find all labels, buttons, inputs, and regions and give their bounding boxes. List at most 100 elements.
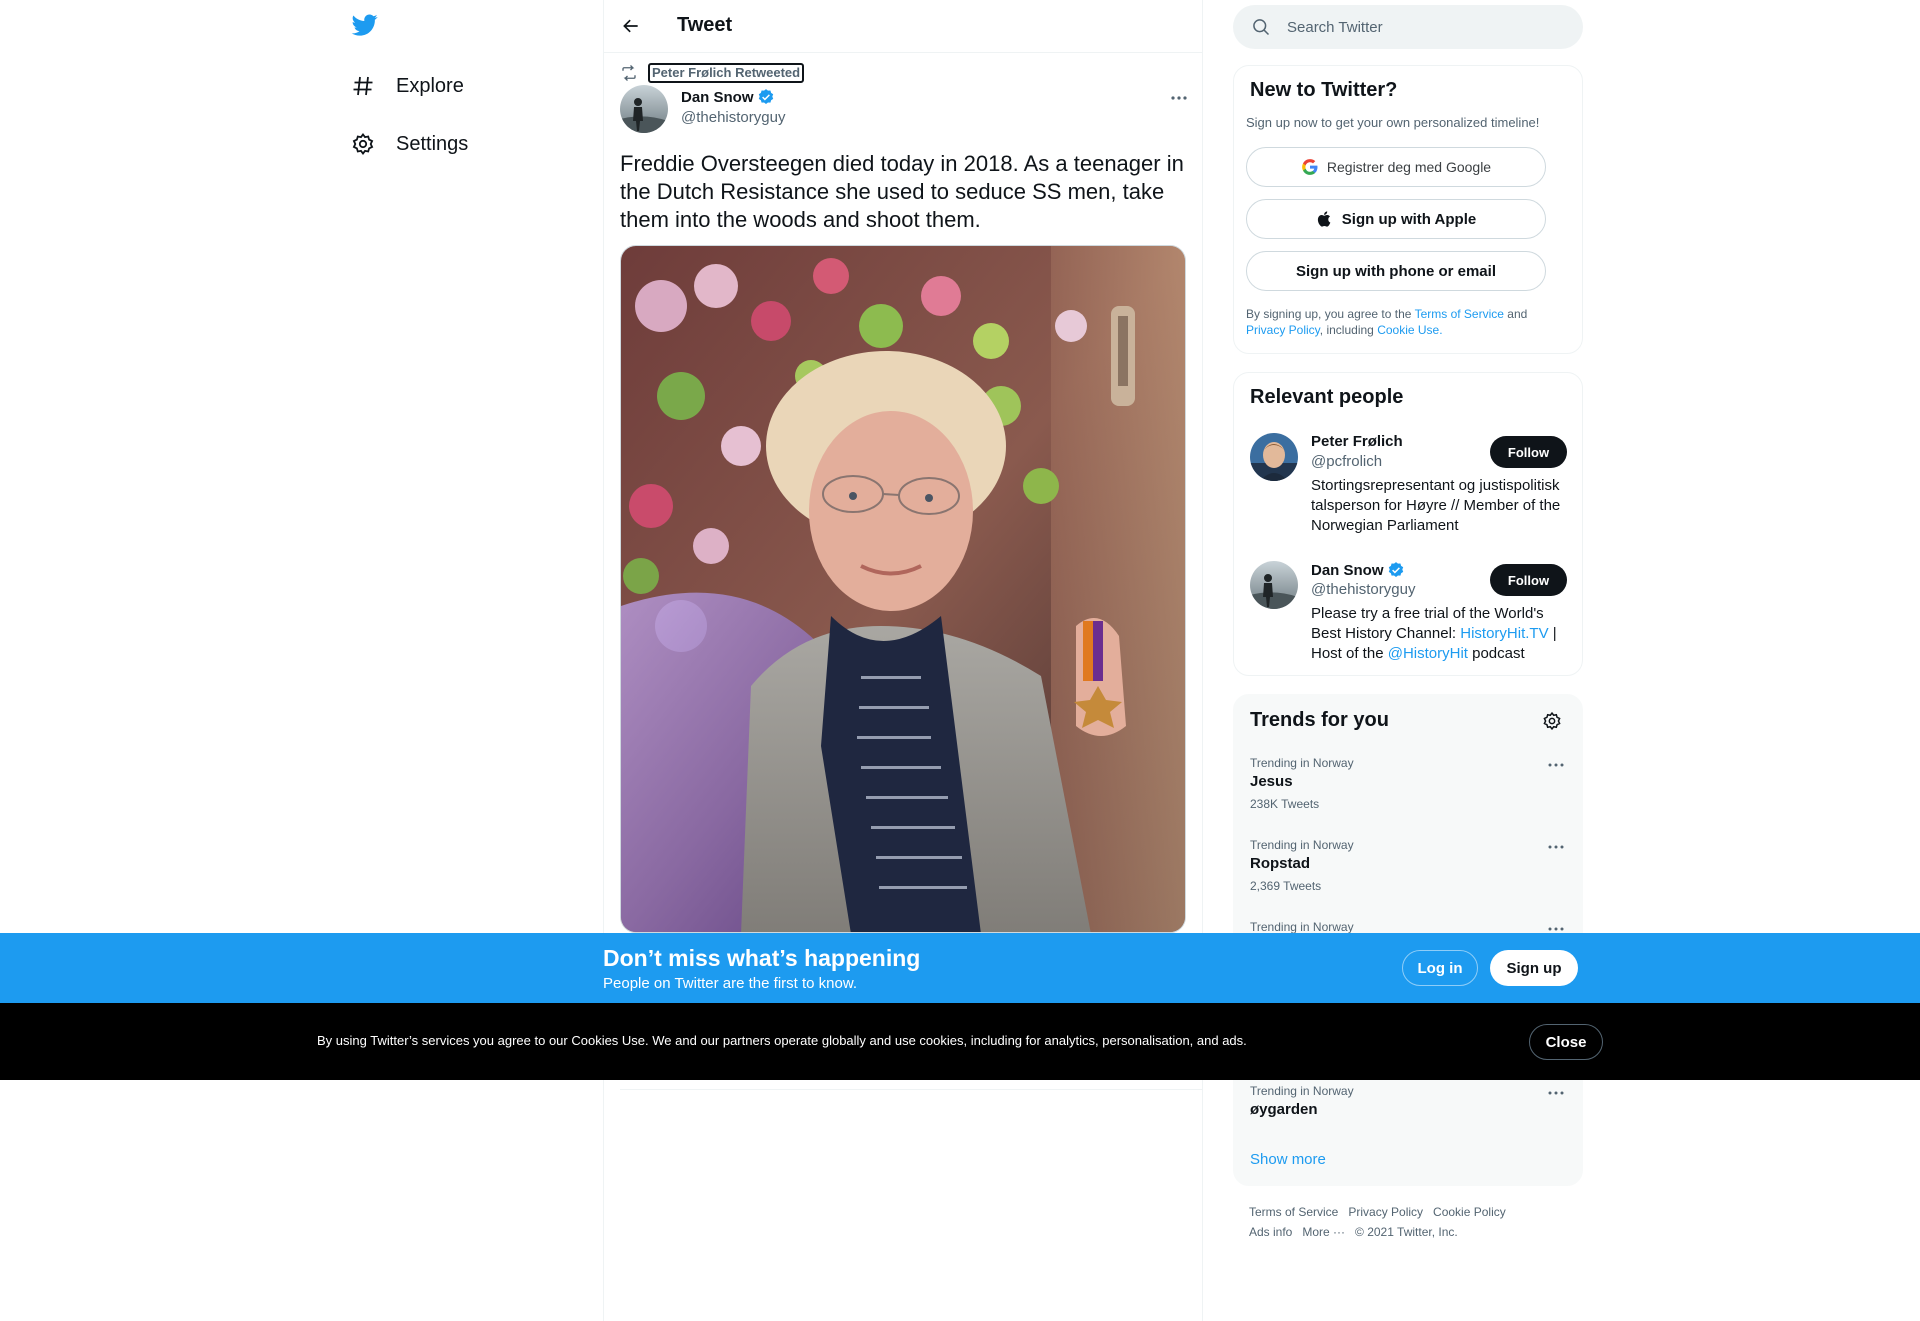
trend-count: 2,369 Tweets	[1250, 879, 1322, 893]
verified-badge-icon	[1388, 562, 1403, 577]
google-g-icon	[1302, 159, 1318, 175]
signup-button[interactable]: Sign up	[1490, 950, 1578, 986]
search-icon	[1253, 19, 1270, 36]
person-handle[interactable]: @pcfrolich	[1311, 453, 1382, 470]
follow-button[interactable]: Follow	[1490, 436, 1567, 468]
tweet-text: Freddie Oversteegen died today in 2018. …	[620, 151, 1184, 232]
gear-icon	[350, 131, 376, 157]
person-name[interactable]: Dan Snow	[1311, 561, 1405, 579]
signup-subtitle: Sign up now to get your own personalized…	[1246, 115, 1540, 130]
trends-settings-button[interactable]	[1540, 709, 1564, 733]
person-bio: Please try a free trial of the World's B…	[1311, 604, 1571, 664]
footer-links: Terms of Service Privacy Policy Cookie Pol…	[1249, 1202, 1579, 1242]
close-cookie-button[interactable]: Close	[1529, 1024, 1603, 1060]
cookie-use-link[interactable]: Cookie Use.	[1377, 323, 1442, 337]
trend-name: øygarden	[1250, 1101, 1318, 1118]
trend-context: Trending in Norway	[1250, 1084, 1354, 1098]
search-input[interactable]	[1287, 18, 1547, 36]
trend-name: Jesus	[1250, 773, 1293, 790]
cookie-notice-text: By using Twitter’s services you agree to…	[317, 1033, 1247, 1048]
tweet-photo[interactable]	[620, 245, 1186, 933]
footer-more-link[interactable]: More ···	[1302, 1222, 1345, 1242]
signup-promo-banner: Don’t miss what’s happening People on Tw…	[0, 933, 1920, 1003]
trend-more-button[interactable]	[1544, 756, 1568, 774]
terms-notice: By signing up, you agree to the Terms of…	[1246, 306, 1566, 338]
relevant-people-title: Relevant people	[1250, 386, 1404, 408]
trend-item[interactable]: Trending in Norway øygarden	[1250, 1084, 1570, 1150]
ellipsis-icon	[1548, 927, 1564, 931]
person-name[interactable]: Peter Frølich	[1311, 433, 1403, 450]
apple-logo-icon	[1317, 211, 1331, 227]
hashtag-icon	[350, 73, 376, 99]
retweeted-by-link[interactable]: Peter Frølich Retweeted	[648, 63, 805, 83]
footer-copyright: © 2021 Twitter, Inc.	[1355, 1225, 1458, 1239]
login-button[interactable]: Log in	[1402, 950, 1478, 986]
avatar[interactable]	[1250, 433, 1298, 481]
nav-item-explore[interactable]: Explore	[350, 64, 464, 108]
retweet-context: Peter Frølich Retweeted	[620, 63, 805, 83]
trend-item[interactable]: Trending in Norway Jesus 238K Tweets	[1250, 756, 1570, 822]
author-name[interactable]: Dan Snow	[681, 88, 775, 106]
verified-badge-icon	[758, 89, 773, 104]
historyhit-tv-link[interactable]: HistoryHit.TV	[1460, 625, 1548, 642]
more-options-button[interactable]	[1164, 86, 1194, 110]
trend-count: 238K Tweets	[1250, 797, 1320, 811]
person-name-text: Dan Snow	[1311, 561, 1384, 579]
tweet-header: Tweet	[604, 0, 1203, 53]
terms-including: , including	[1319, 323, 1374, 337]
terms-of-service-link[interactable]: Terms of Service	[1415, 307, 1504, 321]
follow-button[interactable]: Follow	[1490, 564, 1567, 596]
trend-more-button[interactable]	[1544, 1084, 1568, 1102]
promo-subtitle: People on Twitter are the first to know.	[603, 975, 858, 992]
tweet-column: Tweet Peter Frølich Retweeted Dan Snow @…	[603, 0, 1203, 1321]
trend-context: Trending in Norway	[1250, 756, 1354, 770]
phone-email-signup-button[interactable]: Sign up with phone or email	[1246, 251, 1546, 291]
signup-card-title: New to Twitter?	[1250, 79, 1398, 101]
gear-icon	[1543, 711, 1561, 731]
promo-title: Don’t miss what’s happening	[603, 945, 921, 971]
trend-more-button[interactable]	[1544, 838, 1568, 856]
trend-context: Trending in Norway	[1250, 838, 1354, 852]
trend-context: Trending in Norway	[1250, 920, 1354, 934]
arrow-left-icon	[623, 19, 638, 33]
google-signup-label: Registrer deg med Google	[1326, 159, 1492, 175]
footer-privacy-link[interactable]: Privacy Policy	[1348, 1202, 1423, 1222]
relevant-people-card: Relevant people Peter Frølich @pcfrolich…	[1233, 372, 1583, 676]
ellipsis-icon	[1548, 845, 1564, 849]
show-more-link[interactable]: Show more	[1250, 1151, 1326, 1168]
privacy-policy-link[interactable]: Privacy Policy	[1246, 323, 1320, 337]
search-box[interactable]	[1233, 5, 1583, 49]
nav-item-settings[interactable]: Settings	[350, 122, 468, 166]
ellipsis-icon	[1171, 96, 1187, 100]
google-signup-button[interactable]: Registrer deg med Google	[1246, 147, 1546, 187]
divider	[620, 1089, 1203, 1090]
person-bio: Stortingsrepresentant og justispolitisk …	[1311, 477, 1561, 534]
trends-title: Trends for you	[1250, 709, 1389, 731]
trend-name: Ropstad	[1250, 855, 1310, 872]
historyhit-mention-link[interactable]: @HistoryHit	[1388, 645, 1468, 662]
trend-item[interactable]: Trending in Norway Ropstad 2,369 Tweets	[1250, 838, 1570, 904]
nav-item-label: Settings	[396, 132, 469, 155]
ellipsis-icon	[1548, 763, 1564, 767]
back-button[interactable]	[614, 9, 648, 43]
phone-email-signup-label: Sign up with phone or email	[1295, 262, 1496, 280]
bio-text: podcast	[1467, 645, 1525, 662]
footer-cookie-link[interactable]: Cookie Policy	[1433, 1202, 1506, 1222]
apple-signup-label: Sign up with Apple	[1341, 210, 1477, 228]
author-name-text: Dan Snow	[681, 88, 754, 106]
page-title: Tweet	[677, 14, 733, 36]
footer-terms-link[interactable]: Terms of Service	[1249, 1202, 1338, 1222]
author-handle[interactable]: @thehistoryguy	[681, 109, 785, 126]
twitter-bird-icon[interactable]	[350, 12, 386, 42]
ellipsis-icon	[1548, 1091, 1564, 1095]
person-handle[interactable]: @thehistoryguy	[1311, 581, 1415, 598]
avatar[interactable]	[1250, 561, 1298, 609]
cookie-consent-banner: By using Twitter’s services you agree to…	[0, 1003, 1920, 1080]
signup-card: New to Twitter? Sign up now to get your …	[1233, 65, 1583, 354]
terms-and: and	[1507, 307, 1528, 321]
footer-ads-link[interactable]: Ads info	[1249, 1222, 1292, 1242]
author-avatar[interactable]	[620, 85, 668, 133]
apple-signup-button[interactable]: Sign up with Apple	[1246, 199, 1546, 239]
nav-item-label: Explore	[396, 74, 464, 97]
retweet-icon	[622, 65, 636, 81]
